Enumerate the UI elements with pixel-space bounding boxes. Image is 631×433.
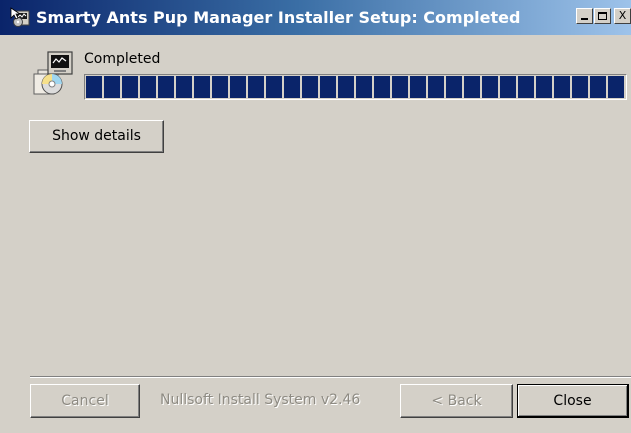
window-title: Smarty Ants Pup Manager Installer Setup:… [36,8,521,27]
status-label: Completed [84,51,161,67]
progress-fill [86,76,625,98]
minimize-button[interactable] [576,8,593,24]
close-window-button[interactable]: X [614,8,631,24]
installer-window: Smarty Ants Pup Manager Installer Setup:… [0,0,631,433]
close-icon: X [618,9,627,22]
maximize-icon [598,12,607,20]
close-button[interactable]: Close [517,384,629,418]
installer-package-cd-icon [30,48,76,96]
branding-divider [30,376,631,378]
branding-text: Nullsoft Install System v2.46 [160,392,361,408]
cancel-button[interactable]: Cancel [30,384,140,418]
minimize-icon [581,18,588,20]
maximize-button[interactable] [594,8,611,24]
title-bar[interactable]: Smarty Ants Pup Manager Installer Setup:… [0,0,631,35]
show-details-button[interactable]: Show details [29,120,164,153]
back-button[interactable]: < Back [400,384,513,418]
installer-setup-icon [10,7,32,29]
progress-bar [84,74,627,100]
